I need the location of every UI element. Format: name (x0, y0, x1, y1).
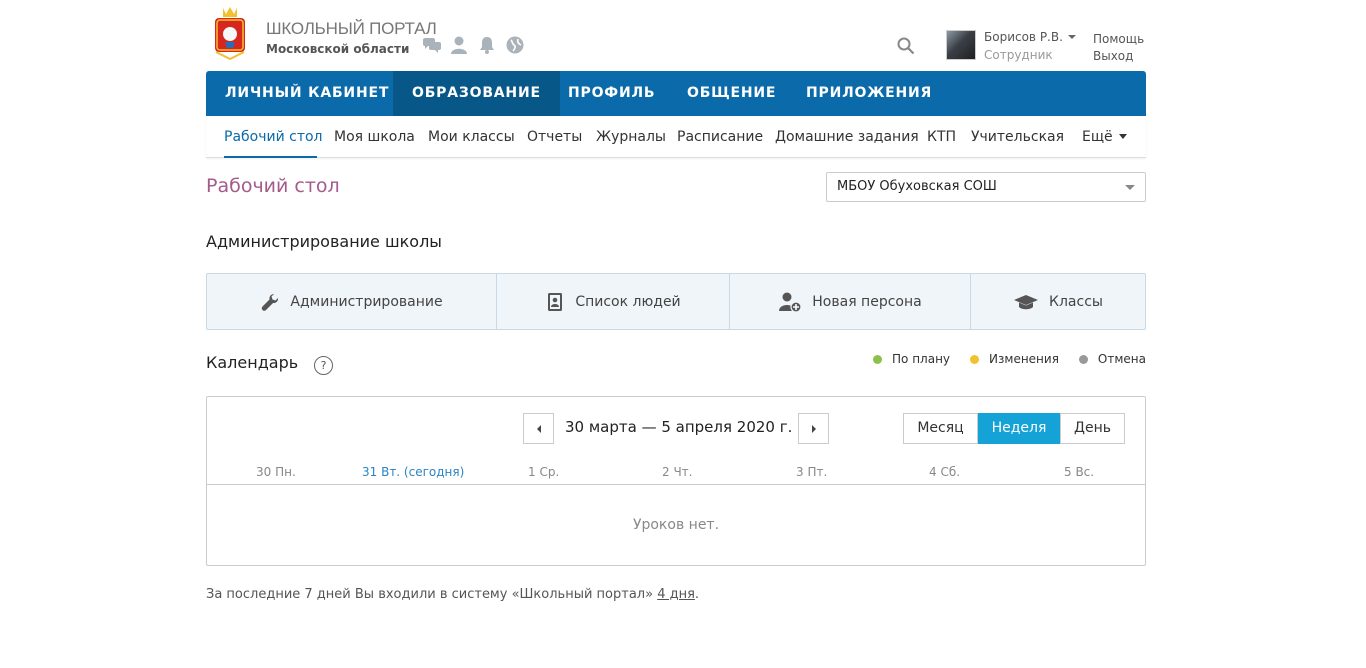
help-icon[interactable]: ? (314, 356, 333, 375)
legend-planned: По плану (873, 352, 950, 366)
day-header: 1 Ср. (528, 465, 560, 479)
user-name: Борисов Р.В. (984, 30, 1063, 44)
user-menu[interactable]: Борисов Р.В. (984, 30, 1076, 44)
header: ШКОЛЬНЫЙ ПОРТАЛ Московской области Борис… (206, 0, 1146, 71)
calendar: 30 марта — 5 апреля 2020 г. Месяц Неделя… (206, 396, 1146, 566)
chevron-down-icon (1067, 35, 1076, 39)
day-header: 5 Вс. (1064, 465, 1095, 479)
calendar-legend: По плану Изменения Отмена (853, 352, 1146, 366)
day-header: 4 Сб. (929, 465, 961, 479)
nav-prilozheniya[interactable]: ПРИЛОЖЕНИЯ (787, 71, 951, 116)
calendar-title: Календарь (206, 353, 299, 372)
caret-right-icon (811, 424, 816, 433)
legend-changes-label: Изменения (989, 352, 1059, 366)
subnav-raspisanie[interactable]: Расписание (677, 129, 763, 145)
administration-label: Администрирование (290, 293, 443, 310)
coat-of-arms-icon[interactable] (213, 4, 247, 60)
page: ШКОЛЬНЫЙ ПОРТАЛ Московской области Борис… (206, 0, 1146, 602)
subnav-more-label: Ещё (1082, 129, 1113, 145)
day-header-today: 31 Вт. (сегодня) (362, 465, 465, 479)
view-day-button[interactable]: День (1060, 413, 1125, 444)
dot-icon (1078, 354, 1088, 364)
caret-left-icon (536, 424, 541, 433)
school-select-value: МБОУ Обуховская СОШ (837, 179, 997, 194)
day-header: 3 Пт. (796, 465, 828, 479)
main-nav: ЛИЧНЫЙ КАБИНЕТ ОБРАЗОВАНИЕ ПРОФИЛЬ ОБЩЕН… (206, 71, 1146, 116)
classes-button[interactable]: Классы (971, 274, 1145, 329)
avatar[interactable] (946, 30, 976, 60)
help-link[interactable]: Помощь (1093, 32, 1144, 46)
add-person-icon (779, 292, 802, 313)
subnav-zhurnaly[interactable]: Журналы (596, 129, 666, 145)
next-week-button[interactable] (798, 413, 829, 444)
subnav-domashnie-zadaniya[interactable]: Домашние задания (775, 129, 919, 145)
day-header: 30 Пн. (256, 465, 296, 479)
view-switcher: Месяц Неделя День (903, 413, 1125, 444)
admin-toolbar: Администрирование Список людей Новая пер… (206, 273, 1146, 330)
legend-cancel: Отмена (1078, 352, 1146, 366)
graduation-cap-icon (1014, 294, 1039, 309)
brand-subtitle: Московской области (266, 42, 410, 56)
nav-profil[interactable]: ПРОФИЛЬ (549, 71, 674, 116)
subnav-moya-shkola[interactable]: Моя школа (334, 129, 415, 145)
chevron-down-icon (1118, 134, 1127, 139)
date-range: 30 марта — 5 апреля 2020 г. (565, 418, 793, 436)
chevron-down-icon (1125, 185, 1135, 190)
login-stats-end: . (694, 587, 700, 602)
empty-state-text: Уроков нет. (632, 517, 720, 533)
login-stats-note: За последние 7 дней Вы входили в систему… (206, 587, 699, 602)
dot-icon (873, 354, 883, 364)
view-week-button[interactable]: Неделя (978, 413, 1060, 444)
administration-button[interactable]: Администрирование (207, 274, 497, 329)
contacts-book-icon (548, 292, 563, 311)
legend-changes: Изменения (970, 352, 1059, 366)
bell-icon[interactable] (477, 35, 497, 55)
day-header: 2 Чт. (662, 465, 693, 479)
legend-cancel-label: Отмена (1097, 352, 1146, 366)
nav-obrazovanie[interactable]: ОБРАЗОВАНИЕ (393, 71, 560, 116)
login-stats-text: За последние 7 дней Вы входили в систему… (206, 587, 658, 602)
new-person-button[interactable]: Новая персона (730, 274, 971, 329)
school-select[interactable]: МБОУ Обуховская СОШ (826, 172, 1146, 202)
view-month-button[interactable]: Месяц (903, 413, 978, 444)
search-icon[interactable] (896, 36, 916, 56)
nav-lichny-kabinet[interactable]: ЛИЧНЫЙ КАБИНЕТ (206, 71, 408, 116)
weekday-header: 30 Пн. 31 Вт. (сегодня) 1 Ср. 2 Чт. 3 Пт… (207, 465, 1145, 485)
user-role: Сотрудник (984, 48, 1053, 62)
people-list-label: Список людей (575, 293, 681, 310)
subnav-moi-klassy[interactable]: Мои классы (428, 129, 515, 145)
active-tab-underline (224, 156, 317, 158)
globe-icon[interactable] (505, 35, 525, 55)
people-list-button[interactable]: Список людей (497, 274, 730, 329)
prev-week-button[interactable] (523, 413, 554, 444)
page-title: Рабочий стол (206, 175, 340, 197)
classes-label: Классы (1049, 293, 1103, 310)
logout-link[interactable]: Выход (1093, 49, 1133, 63)
legend-planned-label: По плану (892, 352, 951, 366)
login-days-link[interactable]: 4 дня (657, 587, 695, 602)
subnav-uchitelskaya[interactable]: Учительская (971, 129, 1064, 145)
subnav-otchety[interactable]: Отчеты (527, 129, 582, 145)
new-person-label: Новая персона (812, 293, 922, 310)
subnav-rabochy-stol[interactable]: Рабочий стол (224, 129, 323, 145)
messages-icon[interactable] (422, 35, 442, 55)
dot-icon (970, 354, 980, 364)
subnav-ktp[interactable]: КТП (927, 129, 956, 145)
person-icon[interactable] (449, 35, 469, 55)
admin-section-title: Администрирование школы (206, 232, 442, 251)
sub-nav: Рабочий стол Моя школа Мои классы Отчеты… (206, 116, 1146, 158)
brand-title: ШКОЛЬНЫЙ ПОРТАЛ (266, 19, 437, 38)
subnav-more[interactable]: Ещё (1082, 129, 1127, 145)
calendar-divider (207, 484, 1145, 485)
wrench-icon (262, 293, 279, 311)
nav-obshchenie[interactable]: ОБЩЕНИЕ (668, 71, 795, 116)
